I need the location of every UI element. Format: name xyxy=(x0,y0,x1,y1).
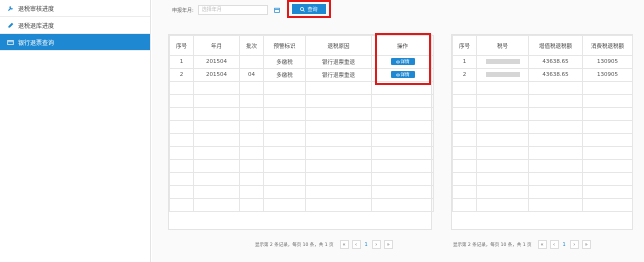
search-bar: 申报年月: 选择年月 xyxy=(172,4,282,16)
card-icon xyxy=(6,38,14,46)
cell-flag: 多缴税 xyxy=(263,68,306,82)
right-pager: 显示第 2 条记录，每页 10 条，共 1 页 « ‹ 1 › » xyxy=(453,240,594,249)
last-page-button[interactable]: » xyxy=(581,240,591,249)
table-row xyxy=(169,107,434,121)
cell-seq: 1 xyxy=(169,55,194,69)
current-page[interactable]: 1 xyxy=(563,242,566,248)
table-row xyxy=(169,146,434,160)
cell-vat-refund: 43638.65 xyxy=(528,68,583,82)
prev-page-button[interactable]: ‹ xyxy=(549,240,559,249)
left-pager: 显示第 2 条记录，每页 10 条，共 1 页 « ‹ 1 › » xyxy=(255,240,396,249)
table-row xyxy=(452,172,633,186)
cell-year-month: 201504 xyxy=(193,68,240,82)
sidebar-item-label: 退税退库进度 xyxy=(18,22,55,30)
search-label: 申报年月: xyxy=(172,7,194,14)
pager-info: 显示第 2 条记录，每页 10 条，共 1 页 xyxy=(453,242,532,248)
table-row xyxy=(452,94,633,108)
sidebar-item-audit-progress[interactable]: 退税审核进度 xyxy=(0,0,150,17)
table-header-row: 序号 税号 增值税退税额 消费税退税额 xyxy=(452,35,633,56)
month-input[interactable]: 选择年月 xyxy=(197,5,268,15)
table-row xyxy=(452,185,633,199)
cell-seq: 2 xyxy=(452,68,477,82)
cell-seq: 2 xyxy=(169,68,194,82)
cell-flag: 多缴税 xyxy=(263,55,306,69)
sidebar-item-label: 退税审核进度 xyxy=(18,5,55,13)
search-button-label: 查询 xyxy=(307,6,318,13)
tax-detail-table-panel: 序号 税号 增值税退税额 消费税退税额 1 43638.65 130905 2 … xyxy=(451,34,633,230)
table-row xyxy=(169,185,434,199)
table-row xyxy=(169,133,434,147)
cell-reason: 银行退票重退 xyxy=(305,55,372,69)
table-row xyxy=(452,133,633,147)
table-row: 2 43638.65 130905 xyxy=(452,68,633,82)
column-header: 批次 xyxy=(239,35,264,56)
table-row xyxy=(452,146,633,160)
cell-batch: 04 xyxy=(239,68,264,82)
cell-tax-id xyxy=(476,68,529,82)
cell-vat-refund: 43638.65 xyxy=(528,55,583,69)
current-page[interactable]: 1 xyxy=(365,242,368,248)
first-page-button[interactable]: « xyxy=(339,240,349,249)
tax-detail-table: 序号 税号 增值税退税额 消费税退税额 1 43638.65 130905 2 … xyxy=(452,35,633,212)
table-row xyxy=(169,94,434,108)
cell-year-month: 201504 xyxy=(193,55,240,69)
cell-batch xyxy=(239,55,264,69)
column-header: 年月 xyxy=(193,35,240,56)
column-header: 增值税退税额 xyxy=(528,35,583,56)
cell-seq: 1 xyxy=(452,55,477,69)
column-header: 税号 xyxy=(476,35,529,56)
operation-column-highlight xyxy=(375,33,431,85)
sidebar-item-refund-progress[interactable]: 退税退库进度 xyxy=(0,17,150,34)
sidebar: 退税审核进度 退税退库进度 银行退票查询 xyxy=(0,0,151,262)
prev-page-button[interactable]: ‹ xyxy=(351,240,361,249)
redacted-tax-id xyxy=(485,58,520,64)
table-row xyxy=(452,198,633,212)
table-row xyxy=(169,120,434,134)
table-row xyxy=(452,107,633,121)
table-row xyxy=(169,159,434,173)
wrench-icon xyxy=(6,4,14,12)
column-header: 序号 xyxy=(452,35,477,56)
first-page-button[interactable]: « xyxy=(537,240,547,249)
column-header: 退税原因 xyxy=(305,35,372,56)
column-header: 预警标识 xyxy=(263,35,306,56)
search-button[interactable]: 查询 xyxy=(292,4,326,14)
table-row xyxy=(169,172,434,186)
calendar-icon[interactable] xyxy=(272,5,282,15)
column-header: 消费税退税额 xyxy=(582,35,633,56)
pencil-icon xyxy=(6,21,14,29)
main-content: 申报年月: 选择年月 查询 序号 年月 批次 预警标识 退税原因 操作 1 20… xyxy=(152,0,644,262)
pager-info: 显示第 2 条记录，每页 10 条，共 1 页 xyxy=(255,242,334,248)
cell-consumption-refund: 130905 xyxy=(582,68,633,82)
last-page-button[interactable]: » xyxy=(383,240,393,249)
search-icon xyxy=(300,6,306,12)
cell-consumption-refund: 130905 xyxy=(582,55,633,69)
sidebar-item-bank-refund-query[interactable]: 银行退票查询 xyxy=(0,34,150,51)
column-header: 序号 xyxy=(169,35,194,56)
table-row xyxy=(169,198,434,212)
table-row xyxy=(452,159,633,173)
redacted-tax-id xyxy=(485,71,520,77)
next-page-button[interactable]: › xyxy=(569,240,579,249)
table-row xyxy=(452,81,633,95)
cell-reason: 银行退票重退 xyxy=(305,68,372,82)
table-row: 1 43638.65 130905 xyxy=(452,55,633,69)
next-page-button[interactable]: › xyxy=(371,240,381,249)
cell-tax-id xyxy=(476,55,529,69)
sidebar-item-label: 银行退票查询 xyxy=(18,39,55,47)
table-row xyxy=(452,120,633,134)
